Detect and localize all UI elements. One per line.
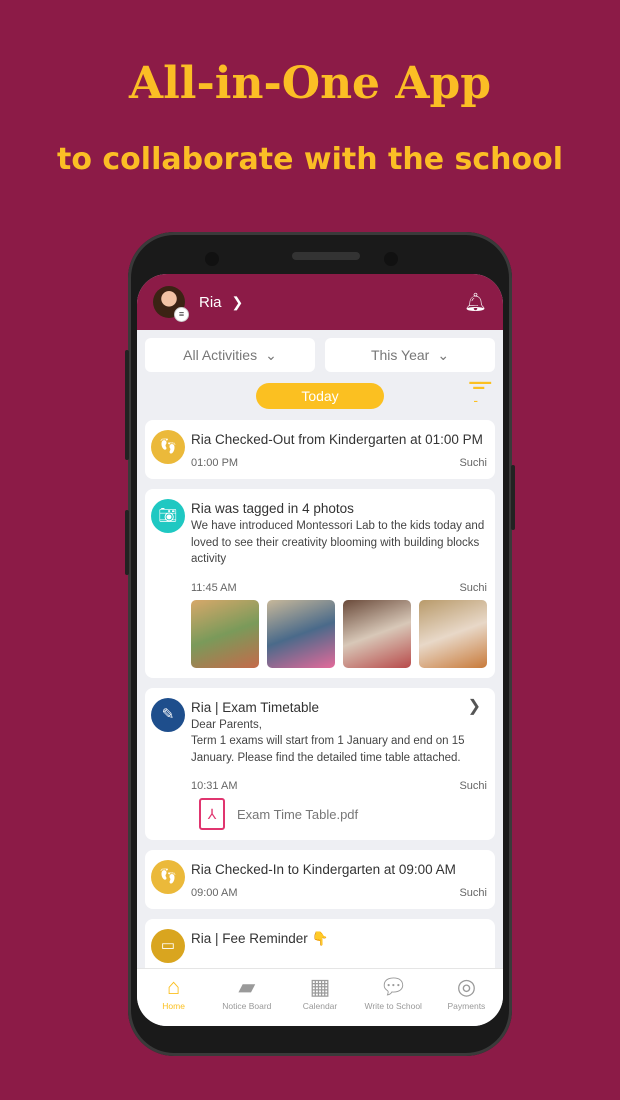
activity-filter-dropdown[interactable]: All Activities ⌄ <box>145 338 315 372</box>
filter-icon[interactable]: ▔▔ ▔ ‐ <box>469 383 491 407</box>
chevron-right-icon[interactable]: ❯ <box>468 696 481 716</box>
calendar-icon: ▦ <box>309 974 331 999</box>
feed-author: Suchi <box>459 887 487 899</box>
app-header: ≡ Ria ❯ 🔔︎ <box>137 274 503 330</box>
app-screen: ≡ Ria ❯ 🔔︎ All Activities ⌄ This Year ⌄ To… <box>137 274 503 1026</box>
nav-home[interactable]: ⌂ Home <box>137 969 210 1026</box>
child-name[interactable]: Ria <box>199 294 222 311</box>
today-badge: Today <box>256 383 384 409</box>
activity-filter-label: All Activities <box>183 347 258 363</box>
photo-thumbnail[interactable] <box>191 599 259 668</box>
feed-title: Ria Checked-Out from Kindergarten at 01:… <box>191 432 483 447</box>
menu-icon[interactable]: ≡ <box>174 307 189 322</box>
footprints-icon: 👣︎ <box>151 430 185 464</box>
nav-calendar[interactable]: ▦ Calendar <box>283 969 356 1026</box>
front-camera <box>384 252 398 266</box>
bell-icon[interactable]: 🔔︎ <box>464 292 487 313</box>
bottom-nav: ⌂ Home ▰ Notice Board ▦ Calendar 💬︎ Write to… <box>137 968 503 1026</box>
feed-time: 10:31 AM <box>191 780 238 792</box>
chevron-right-icon[interactable]: ❯ <box>232 294 244 311</box>
nav-label: Write to School <box>364 1001 422 1011</box>
feed-author: Suchi <box>459 581 487 594</box>
attachment-name: Exam Time Table.pdf <box>237 806 359 822</box>
photo-thumbnail[interactable] <box>267 599 335 668</box>
camera-icon: 📷︎ <box>151 499 185 533</box>
promo-title: All-in-One App <box>128 58 492 109</box>
pdf-icon: ⅄ <box>199 798 225 830</box>
photo-thumbnail[interactable] <box>419 599 487 668</box>
nav-label: Notice Board <box>222 1001 272 1011</box>
feed-item[interactable]: 📷︎ Ria was tagged in 4 photos We have in… <box>145 489 495 678</box>
period-filter-label: This Year <box>370 347 430 363</box>
chevron-down-icon: ⌄ <box>437 346 450 363</box>
feed-title: Ria Checked-In to Kindergarten at 09:00 … <box>191 862 456 877</box>
feed-time: 09:00 AM <box>191 887 238 899</box>
feed-title: Ria | Fee Reminder 👇 <box>191 931 329 946</box>
feed-title: Ria | Exam Timetable <box>191 699 320 715</box>
nav-label: Home <box>162 1001 185 1011</box>
feed-time: 11:45 AM <box>191 581 237 594</box>
nav-write-to-school[interactable]: 💬︎ Write to School <box>357 969 430 1026</box>
nav-label: Payments <box>447 1001 486 1011</box>
feed-time: 01:00 PM <box>191 457 239 469</box>
fee-icon: ▭ <box>151 929 185 963</box>
period-filter-dropdown[interactable]: This Year ⌄ <box>325 338 495 372</box>
feed-author: Suchi <box>459 457 487 469</box>
footprints-icon: 👣︎ <box>151 860 185 894</box>
power-button <box>511 465 515 530</box>
speaker <box>292 252 360 260</box>
photo-thumbnail[interactable] <box>343 599 411 668</box>
feed-item[interactable]: ✎ ❯ Ria | Exam Timetable Dear Parents, T… <box>145 687 495 840</box>
feed-author: Suchi <box>459 780 487 792</box>
side-button <box>125 510 129 575</box>
feed-title: Ria was tagged in 4 photos <box>191 501 354 516</box>
feed-item[interactable]: 👣︎ Ria Checked-In to Kindergarten at 09:… <box>145 850 495 909</box>
feed-item[interactable]: 👣︎ Ria Checked-Out from Kindergarten at … <box>145 420 495 479</box>
chevron-down-icon: ⌄ <box>265 346 277 363</box>
nav-label: Calendar <box>302 1001 338 1011</box>
sensor <box>205 252 219 266</box>
chat-icon: 💬︎ <box>379 974 408 999</box>
notice-board-icon: ▰ <box>238 974 256 999</box>
home-icon: ⌂ <box>166 974 181 999</box>
nav-payments[interactable]: ◎ Payments <box>430 969 503 1026</box>
feed-body: We have introduced Montessori Lab to the… <box>191 520 485 565</box>
coins-icon: ◎ <box>456 974 477 999</box>
volume-button <box>125 350 129 460</box>
pencil-icon: ✎ <box>151 697 185 732</box>
avatar[interactable]: ≡ <box>153 286 189 322</box>
nav-notice-board[interactable]: ▰ Notice Board <box>210 969 283 1026</box>
attachment[interactable]: ⅄ Exam Time Table.pdf <box>199 798 487 830</box>
promo-subtitle: to collaborate with the school <box>57 142 563 177</box>
feed-body: Dear Parents, Term 1 exams will start fr… <box>191 718 465 764</box>
